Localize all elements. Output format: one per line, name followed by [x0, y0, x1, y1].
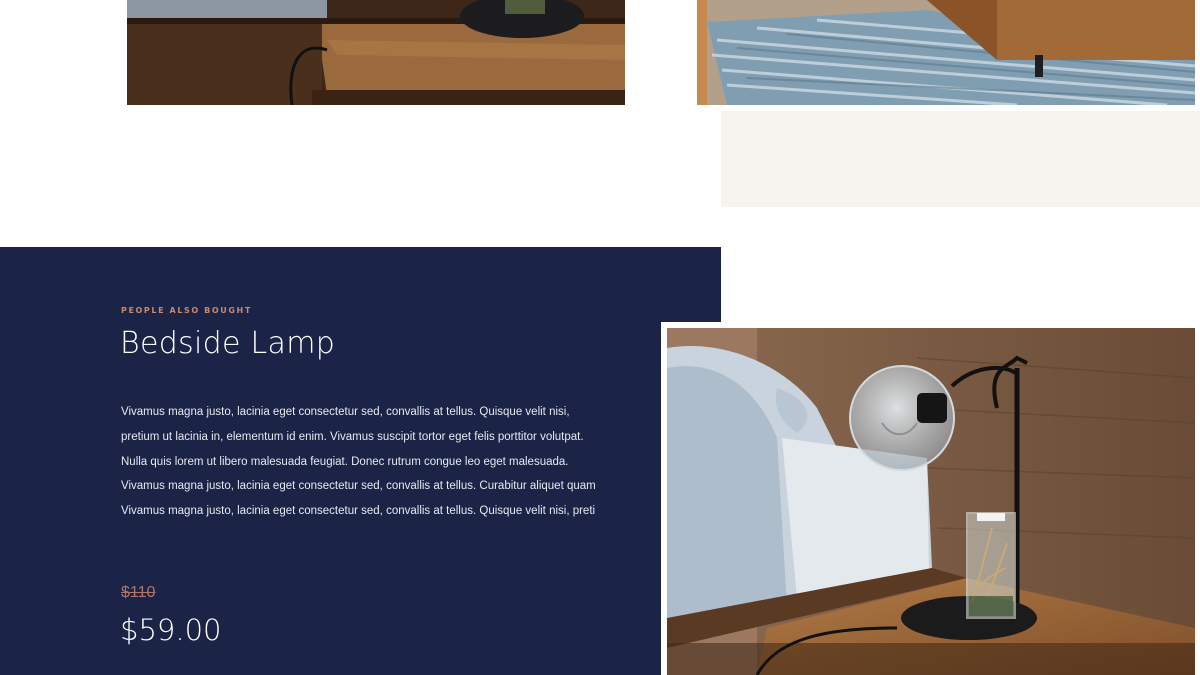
- rug-photo-top-right: [697, 0, 1195, 105]
- product-title: Bedside Lamp: [120, 326, 336, 361]
- beige-accent-block: [721, 111, 1200, 207]
- original-price: $110: [121, 584, 156, 601]
- section-eyebrow: PEOPLE ALSO BOUGHT: [121, 306, 252, 315]
- sale-price: $59.00: [120, 613, 222, 647]
- product-description: Vivamus magna justo, lacinia eget consec…: [121, 406, 596, 518]
- nightstand-photo-top-left: [127, 0, 625, 105]
- bedside-lamp-photo: [667, 328, 1195, 675]
